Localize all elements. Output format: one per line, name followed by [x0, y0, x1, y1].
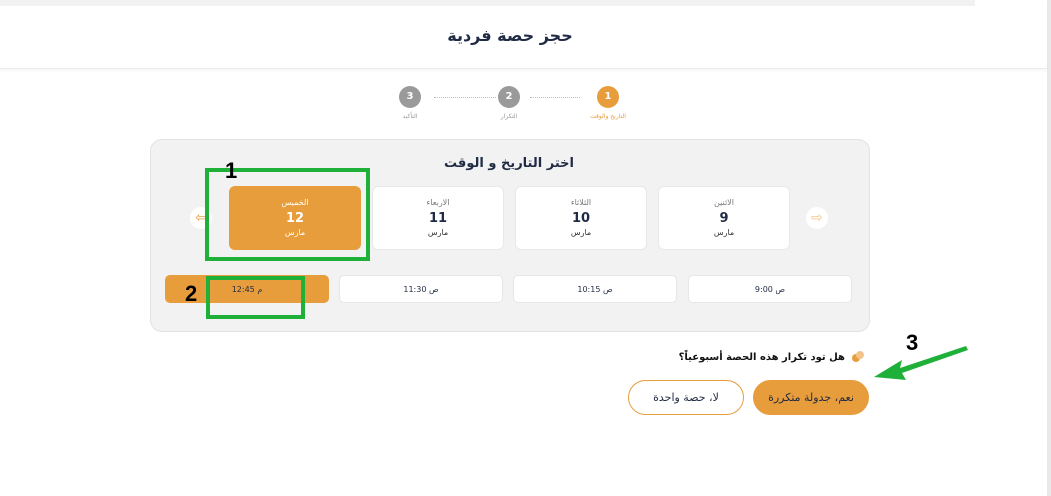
step-label: التاريخ والوقت: [590, 113, 626, 120]
page-title: حجز حصة فردية: [447, 26, 573, 45]
step-label: التكرار: [500, 113, 518, 120]
annotation-box-time: [206, 276, 305, 319]
day-number: 11: [428, 211, 448, 226]
day-name: الاثنين: [714, 198, 734, 207]
stepper: 1 التاريخ والوقت 2 التكرار 3 التأكيد: [380, 86, 650, 126]
day-month: مارس: [570, 228, 592, 237]
step-date-time[interactable]: 1 التاريخ والوقت: [573, 86, 643, 120]
day-name: الثلاثاء: [570, 198, 592, 207]
page-header: حجز حصة فردية: [0, 6, 1047, 69]
recurring-yes-button[interactable]: نعم، جدولة متكررة: [753, 380, 869, 415]
day-number: 9: [719, 211, 729, 226]
step-label: التأكيد: [402, 113, 418, 120]
day-name: الاربعاء: [426, 198, 450, 207]
day-month: مارس: [427, 228, 449, 237]
annotation-number: 1: [225, 158, 238, 183]
annotation-arrow-icon: [874, 346, 968, 380]
scrollbar[interactable]: [1047, 0, 1051, 496]
annotation-number: 2: [185, 281, 198, 306]
time-slot[interactable]: 10:15 ص: [513, 275, 677, 303]
day-month: مارس: [713, 228, 735, 237]
day-number: 10: [571, 211, 591, 226]
step-number: 3: [399, 86, 421, 108]
step-number: 1: [597, 86, 619, 108]
arrow-right-icon[interactable]: ⇨: [806, 207, 828, 229]
day-card-monday[interactable]: الاثنين 9 مارس: [658, 186, 790, 250]
recurrence-question: هل تود تكرار هذه الحصة أسبوعياً؟: [678, 352, 845, 363]
step-number: 2: [498, 86, 520, 108]
step-repeat[interactable]: 2 التكرار: [474, 86, 544, 120]
day-card-wednesday[interactable]: الاربعاء 11 مارس: [372, 186, 504, 250]
time-slot[interactable]: 11:30 ص: [339, 275, 503, 303]
time-slot[interactable]: 9:00 ص: [688, 275, 852, 303]
repeat-icon: [852, 351, 864, 362]
step-confirm[interactable]: 3 التأكيد: [375, 86, 445, 120]
single-session-button[interactable]: لا، حصة واحدة: [628, 380, 744, 415]
day-card-tuesday[interactable]: الثلاثاء 10 مارس: [515, 186, 647, 250]
